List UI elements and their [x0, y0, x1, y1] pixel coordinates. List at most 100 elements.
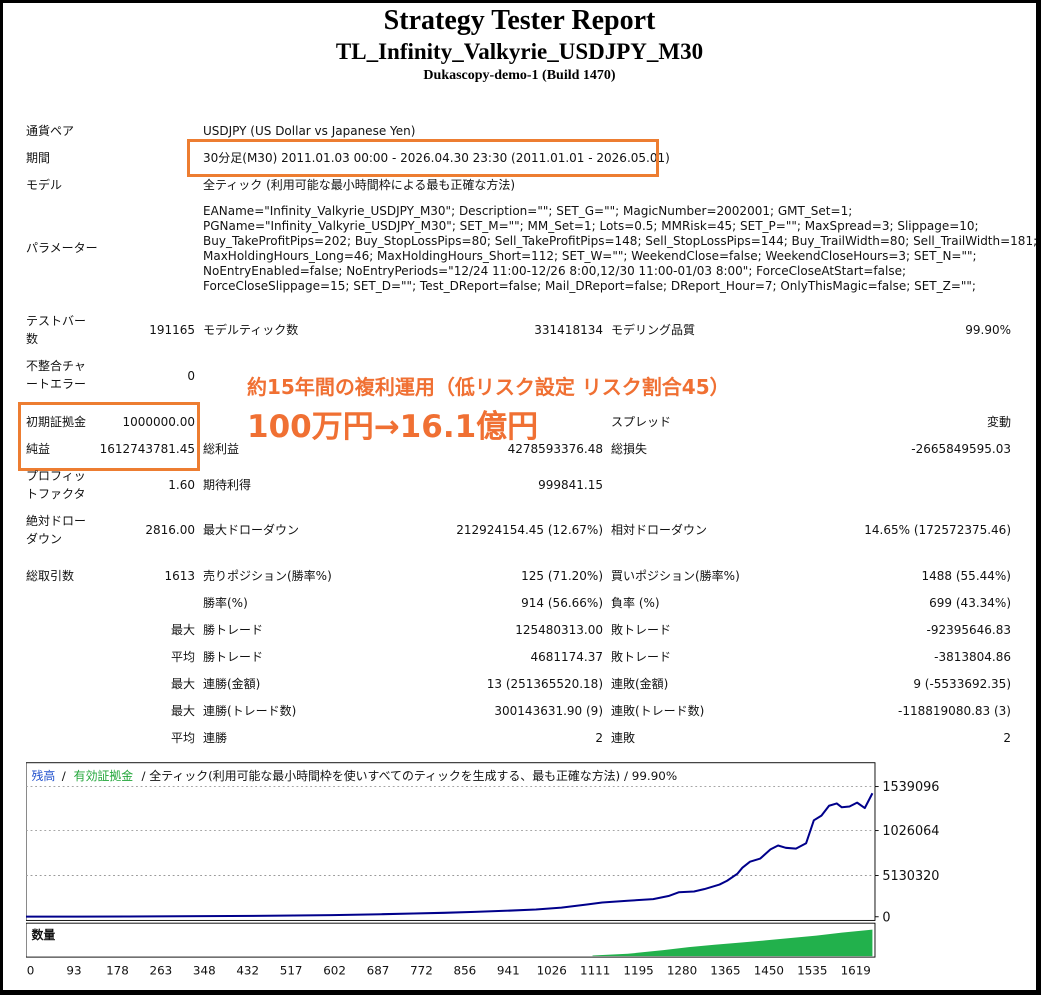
max-loss-value: -92395646.83 [926, 623, 1012, 637]
x-tick-label: 1026 [537, 964, 567, 978]
report-title: Strategy Tester Report [383, 5, 656, 36]
max-win-value: 125480313.00 [515, 623, 603, 637]
x-tick-label: 602 [323, 964, 346, 978]
x-tick-label: 687 [367, 964, 390, 978]
x-tick-label: 348 [193, 964, 216, 978]
avg-cons-win-label: 連勝 [203, 731, 228, 745]
net-value: 1612743781.45 [99, 442, 195, 456]
x-tick-label: 93 [66, 964, 81, 978]
legend-balance: 残高 [32, 769, 56, 783]
bars-label-2: 数 [26, 332, 39, 346]
long-label: 買いポジション(勝率%) [611, 569, 740, 583]
y-axis-labels: 1539096 1026064 5130320 0 [882, 780, 939, 925]
x-tick-label: 1619 [841, 964, 871, 978]
cons-count-prefix: 最大 [170, 704, 195, 718]
loss-rate-value: 699 (43.34%) [929, 596, 1011, 610]
max-dd-label: 最大ドローダウン [203, 523, 300, 537]
avg-win-prefix: 平均 [170, 650, 195, 664]
gross-loss-label: 総損失 [611, 442, 648, 456]
max-win-label: 勝トレード [203, 623, 264, 637]
abs-dd-label-1: 絶対ドロー [26, 514, 87, 528]
abs-dd-label-2: ダウン [26, 532, 63, 546]
params-line: Buy_TakeProfitPips=202; Buy_StopLossPips… [203, 234, 1036, 248]
bars-value: 191165 [149, 323, 195, 337]
expected-label: 期待利得 [203, 478, 252, 492]
spread-value: 変動 [986, 415, 1011, 429]
gross-loss-value: -2665849595.03 [911, 442, 1011, 456]
avg-cons-loss-label: 連敗 [611, 731, 636, 745]
cons-win-amount-label: 連勝(金額) [203, 677, 261, 691]
balance-chart: 残高 / 有効証拠金 / 全ティック(利用可能な最小時間枠を使いすべてのティック… [26, 762, 939, 978]
x-tick-label: 263 [150, 964, 173, 978]
max-dd-value: 212924154.45 (12.67%) [456, 523, 603, 537]
pair-value: USDJPY (US Dollar vs Japanese Yen) [203, 124, 416, 138]
report-subtitle: TL_Infinity_Valkyrie_USDJPY_M30 [335, 39, 704, 64]
spread-label: スプレッド [611, 415, 672, 429]
bars-label-1: テストバー [26, 314, 87, 328]
x-tick-label: 1195 [623, 964, 653, 978]
legend-equity: 有効証拠金 [74, 769, 134, 783]
trades-label: 総取引数 [26, 569, 75, 583]
period-label: 期間 [26, 151, 51, 165]
server-build: Dukascopy-demo-1 (Build 1470) [423, 68, 616, 83]
x-tick-label: 1280 [667, 964, 697, 978]
model-value: 全ティック (利用可能な最小時間枠による最も正確な方法) [203, 178, 516, 192]
trades-value: 1613 [164, 569, 195, 583]
y-tick-label: 1539096 [882, 780, 939, 795]
cons-loss-amount-label: 連敗(金額) [611, 677, 669, 691]
net-label: 純益 [26, 442, 51, 456]
x-tick-label: 432 [236, 964, 259, 978]
main-plot-frame [26, 762, 876, 921]
x-tick-label: 941 [497, 964, 520, 978]
pf-label-2: トファクタ [26, 487, 86, 501]
avg-cons-loss-value: 2 [1003, 731, 1011, 745]
avg-win-label: 勝トレード [203, 650, 264, 664]
cons-win-amount-value: 13 (251365520.18) [486, 677, 603, 691]
x-axis-labels: 0 93 178 263 348 432 517 602 687 772 856 941 1026 111… [27, 964, 871, 978]
y-tick-label: 1026064 [882, 824, 939, 839]
x-tick-label: 1111 [580, 964, 610, 978]
annotation-line-1: 約15年間の複利運用（低リスク設定 リスク割合45） [247, 375, 730, 399]
ticks-label: モデルティック数 [203, 323, 299, 337]
cons-amount-prefix: 最大 [170, 677, 195, 691]
avg-win-value: 4681174.37 [530, 650, 603, 664]
params-label: パラメーター [26, 241, 98, 255]
legend-rest: / 全ティック(利用可能な最小時間枠を使いすべてのティックを生成する、最も正確な… [142, 769, 678, 783]
max-win-prefix: 最大 [170, 623, 195, 637]
long-value: 1488 (55.44%) [921, 569, 1011, 583]
cons-win-count-label: 連勝(トレード数) [203, 704, 297, 718]
params-line: NoEntryEnabled=false; NoEntryPeriods="12… [203, 264, 907, 278]
rel-dd-value: 14.65% (172572375.46) [864, 523, 1011, 537]
deposit-label: 初期証拠金 [26, 415, 87, 429]
expected-value: 999841.15 [538, 478, 603, 492]
avg-loss-value: -3813804.86 [934, 650, 1011, 664]
x-tick-label: 1535 [797, 964, 827, 978]
period-highlight-box [187, 139, 659, 177]
abs-dd-value: 2816.00 [145, 523, 195, 537]
deposit-value: 1000000.00 [122, 415, 195, 429]
quality-label: モデリング品質 [611, 323, 696, 337]
loss-rate-label: 負率 (%) [611, 596, 660, 610]
avg-cons-win-value: 2 [595, 731, 603, 745]
mismatch-label-2: ートエラー [26, 377, 87, 391]
cons-loss-count-value: -118819080.83 (3) [898, 704, 1011, 718]
x-tick-label: 856 [454, 964, 477, 978]
params-line: ForceCloseSlippage=15; SET_D=""; Test_DR… [203, 279, 976, 293]
quality-value: 99.90% [965, 323, 1011, 337]
model-label: モデル [26, 178, 63, 192]
pf-value: 1.60 [168, 478, 195, 492]
volume-label: 数量 [32, 928, 56, 942]
cons-loss-amount-value: 9 (-5533692.35) [913, 677, 1011, 691]
params-line: EAName="Infinity_Valkyrie_USDJPY_M30"; D… [203, 204, 853, 218]
x-tick-label: 1450 [754, 964, 784, 978]
short-label: 売りポジション(勝率%) [203, 569, 332, 583]
x-tick-label: 0 [27, 964, 35, 978]
max-loss-label: 敗トレード [611, 623, 672, 637]
rel-dd-label: 相対ドローダウン [611, 523, 708, 537]
deposit-highlight-box [18, 402, 200, 471]
x-tick-label: 178 [106, 964, 129, 978]
win-rate-value: 914 (56.66%) [521, 596, 603, 610]
params-line: PGName="Infinity_Valkyrie_USDJPY_M30"; S… [203, 219, 979, 233]
mismatch-label-1: 不整合チャ [26, 359, 86, 373]
avg-loss-label: 敗トレード [611, 650, 672, 664]
